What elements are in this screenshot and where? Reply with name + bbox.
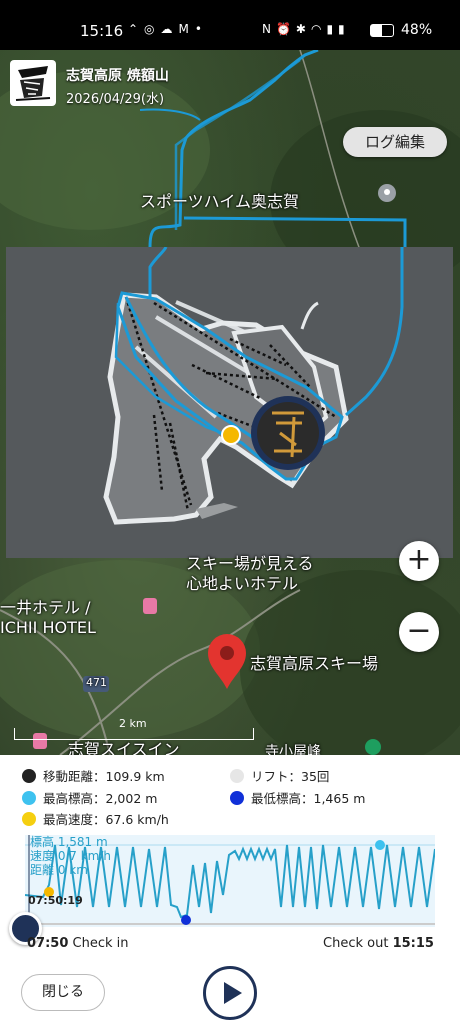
location-pin-icon[interactable]	[206, 633, 248, 695]
stat-min-elevation-text: 最低標高：1,465 m	[251, 791, 366, 806]
map-label-hotel-view-2: 心地よいホテル	[186, 574, 299, 593]
notification-icons: ⌃◎☁M•	[128, 22, 208, 36]
map-label-ichii-2: ICHII HOTEL	[0, 618, 96, 637]
edit-log-button[interactable]: ログ編集	[343, 127, 447, 157]
map-label-ichii-1: 一井ホテル /	[0, 598, 91, 617]
battery-percent: 48%	[401, 22, 433, 38]
route-number: 471	[86, 676, 107, 689]
graph-cursor-time: 07:50:19	[28, 894, 83, 907]
play-button[interactable]	[203, 966, 257, 1020]
graph-elevation: 標高 1,581 m	[30, 835, 108, 849]
map-label-sportsheim: スポーツハイム奥志賀	[140, 192, 300, 211]
lifts-dot-icon	[230, 768, 244, 783]
status-time: 15:16	[80, 22, 124, 40]
stat-max-speed-text: 最高速度：67.6 km/h	[43, 812, 169, 827]
stat-max-elevation-text: 最高標高：2,002 m	[43, 791, 158, 806]
map-scale-label: 2 km	[119, 717, 147, 730]
map-view[interactable]: 志賀高原 焼額山 2026/04/29(水) ログ編集 スポーツハイム奥志賀 ス…	[0, 50, 460, 755]
graph-speed: 速度 0.7 km/h	[30, 849, 112, 863]
close-button[interactable]: 閉じる	[21, 974, 105, 1011]
stats-panel: 移動距離：109.9 km リフト：35回 最高標高：2,002 m 最低標高：…	[0, 755, 460, 827]
stat-lifts: リフト：35回	[230, 766, 329, 785]
ski-track-svg	[103, 246, 404, 525]
stat-distance: 移動距離：109.9 km	[22, 766, 165, 785]
status-bar: 15:16 ⌃◎☁M• N⏰✱◠▮▮ 48%	[0, 0, 460, 50]
resort-logo	[10, 60, 56, 106]
max-speed-dot-icon	[22, 811, 36, 826]
checkout-time: 15:15	[392, 936, 434, 951]
piste-map-overlay	[6, 246, 453, 558]
stat-lifts-text: リフト：35回	[251, 769, 330, 784]
stat-max-elevation: 最高標高：2,002 m	[22, 788, 157, 807]
checkin-label: Check in	[72, 936, 129, 951]
zoom-out-button[interactable]: −	[399, 612, 439, 652]
system-icons: N⏰✱◠▮▮	[262, 22, 350, 36]
checkout-label: Check out	[323, 936, 389, 951]
zoom-in-button[interactable]: +	[399, 541, 439, 581]
graph-readout: 標高 1,581 m 速度 0.7 km/h 距離 0 km	[30, 835, 111, 877]
distance-dot-icon	[22, 768, 36, 783]
max-elevation-dot-icon	[22, 790, 36, 805]
checkin-info: 07:50 Check in	[27, 936, 129, 951]
min-elevation-dot-icon	[230, 790, 244, 805]
battery-icon	[370, 24, 394, 37]
stat-max-speed: 最高速度：67.6 km/h	[22, 809, 169, 828]
checkout-info: Check out 15:15	[323, 936, 434, 951]
play-icon	[224, 982, 242, 1004]
stat-min-elevation: 最低標高：1,465 m	[230, 788, 365, 807]
map-label-partial: 寺小屋峰	[265, 744, 321, 755]
resort-title: 志賀高原 焼額山	[66, 68, 169, 84]
activity-date: 2026/04/29(水)	[66, 92, 165, 107]
graph-distance: 距離 0 km	[30, 863, 88, 877]
checkin-time: 07:50	[27, 936, 69, 951]
map-scale-bar: 2 km	[14, 717, 254, 740]
map-label-shiga-ski: 志賀高原スキー場	[250, 654, 379, 673]
stat-distance-text: 移動距離：109.9 km	[43, 769, 165, 784]
